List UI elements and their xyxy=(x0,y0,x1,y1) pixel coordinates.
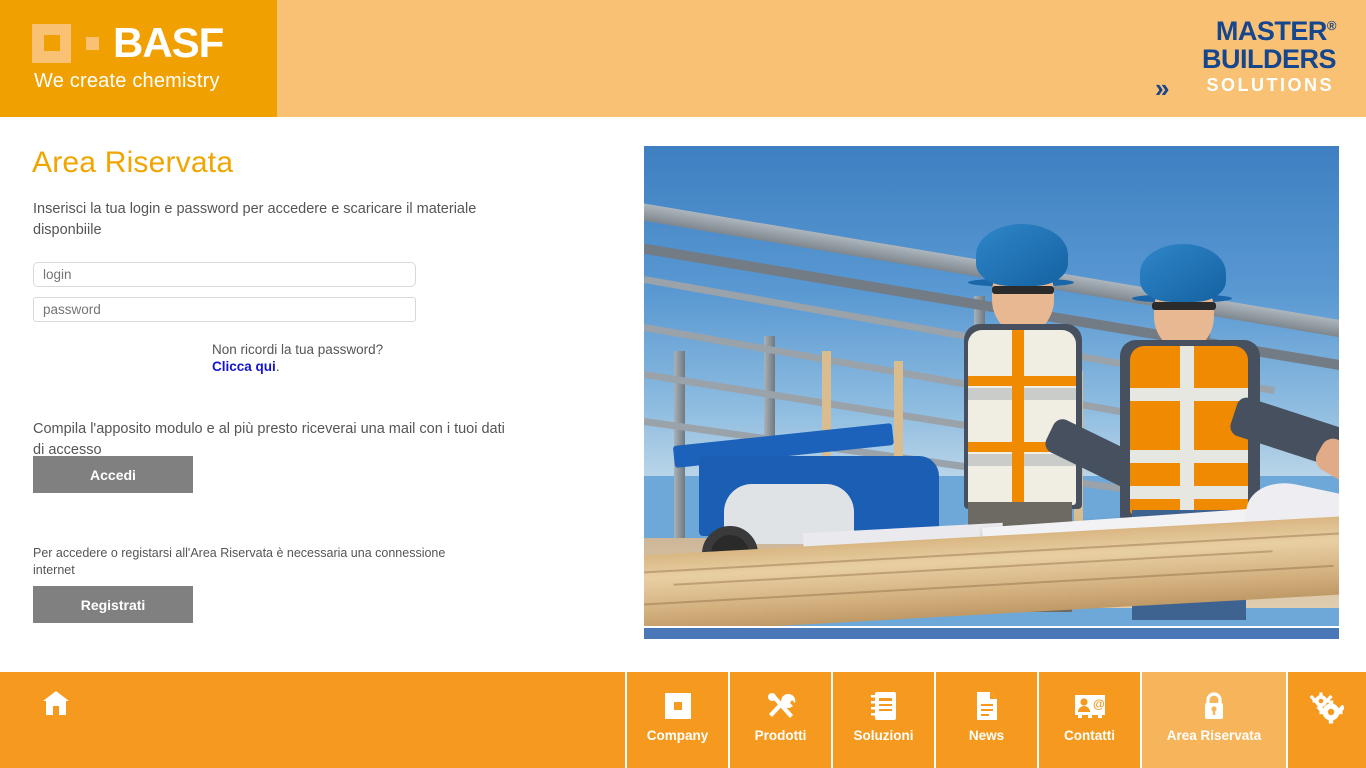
mbs-line-builders: » BUILDERS xyxy=(1154,44,1337,103)
hero-photo xyxy=(644,146,1339,639)
lock-icon xyxy=(1201,689,1227,723)
nav-item-news[interactable]: News xyxy=(934,672,1037,768)
photo-bottom-bar xyxy=(644,626,1339,639)
bottom-navigation: Company Prodotti Soluzioni News @ Contat… xyxy=(0,672,1366,768)
double-chevron-icon: » xyxy=(1154,73,1170,103)
basf-logo-block[interactable]: BASF We create chemistry xyxy=(0,0,277,117)
basf-brand-name: BASF xyxy=(113,19,224,66)
basf-wordmark: BASF xyxy=(32,19,224,66)
registered-trademark-icon: ® xyxy=(1326,18,1337,33)
nav-settings-button[interactable] xyxy=(1286,672,1366,768)
nav-item-area-riservata[interactable]: Area Riservata xyxy=(1140,672,1286,768)
tools-icon xyxy=(765,689,797,723)
home-icon xyxy=(42,690,70,721)
nav-label-news: News xyxy=(968,728,1005,743)
basf-tagline: We create chemistry xyxy=(34,70,220,92)
page-header: BASF We create chemistry MASTER® » BUILD… xyxy=(0,0,1366,117)
nav-item-company[interactable]: Company xyxy=(625,672,728,768)
nav-label-prodotti: Prodotti xyxy=(754,728,807,743)
mbs-line-master: MASTER® xyxy=(1215,16,1337,46)
svg-text:@: @ xyxy=(1093,697,1105,711)
login-input[interactable] xyxy=(33,262,416,287)
nav-label-area-riservata: Area Riservata xyxy=(1166,728,1262,743)
nav-item-prodotti[interactable]: Prodotti xyxy=(728,672,831,768)
safety-glasses xyxy=(992,286,1054,294)
page-title: Area Riservata xyxy=(32,146,234,179)
mbs-line-solutions: SOLUTIONS xyxy=(1206,75,1334,95)
forgot-password-block: Non ricordi la tua password? Clicca qui. xyxy=(212,341,383,375)
blue-hard-hat xyxy=(1140,244,1226,302)
contact-card-icon: @ xyxy=(1073,689,1107,723)
blue-hard-hat xyxy=(976,224,1068,286)
notebook-icon xyxy=(870,689,898,723)
gears-icon xyxy=(1309,692,1346,729)
basf-dot-icon xyxy=(86,36,99,50)
master-builders-solutions-logo[interactable]: MASTER® » BUILDERS SOLUTIONS xyxy=(1136,16,1337,103)
document-icon xyxy=(974,689,1000,723)
nav-label-soluzioni: Soluzioni xyxy=(853,728,914,743)
square-logo-icon xyxy=(663,689,693,723)
register-instructions: Compila l'apposito modulo e al più prest… xyxy=(33,421,505,458)
forgot-password-question: Non ricordi la tua password? xyxy=(212,342,384,357)
nav-item-contatti[interactable]: @ Contatti xyxy=(1037,672,1140,768)
registrati-button[interactable]: Registrati xyxy=(33,586,193,623)
nav-item-soluzioni[interactable]: Soluzioni xyxy=(831,672,934,768)
forgot-password-line: Clicca qui. xyxy=(212,358,383,375)
nav-home-button[interactable] xyxy=(0,672,112,768)
accedi-button[interactable]: Accedi xyxy=(33,456,193,493)
nav-label-company: Company xyxy=(646,728,709,743)
main-content: Area Riservata Inserisci la tua login e … xyxy=(0,117,1366,672)
eyeglasses xyxy=(1152,302,1216,310)
nav-label-contatti: Contatti xyxy=(1064,728,1115,743)
basf-square-logo-icon xyxy=(32,23,71,63)
connection-notice: Per accedere o registarsi all'Area Riser… xyxy=(33,546,446,577)
password-input[interactable] xyxy=(33,297,416,322)
intro-text: Inserisci la tua login e password per ac… xyxy=(33,201,477,238)
forgot-password-link[interactable]: Clicca qui xyxy=(212,359,276,374)
forgot-password-period: . xyxy=(275,359,280,374)
hi-vis-vest xyxy=(968,330,1076,505)
